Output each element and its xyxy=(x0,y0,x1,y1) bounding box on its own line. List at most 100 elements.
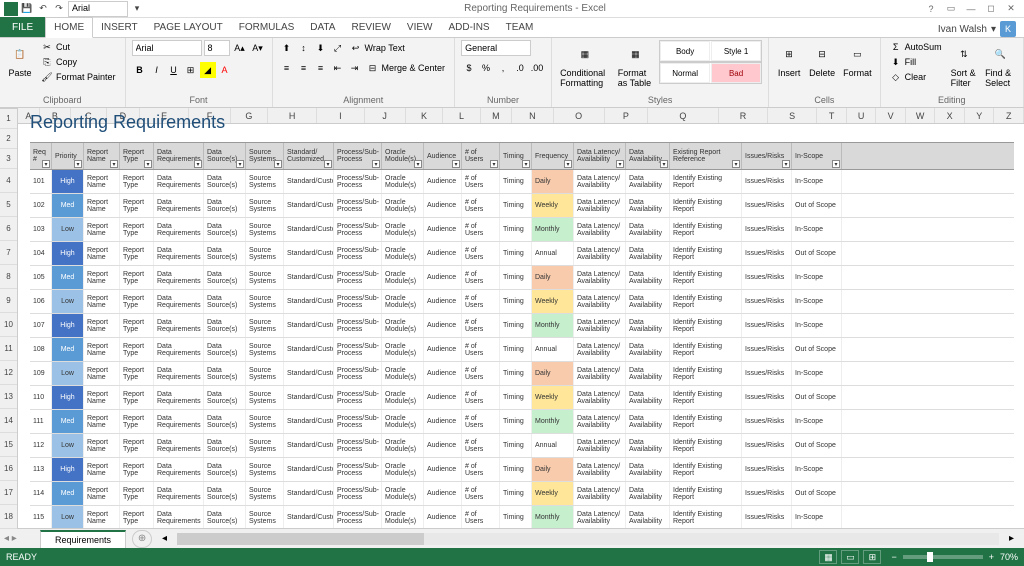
cell[interactable]: Low xyxy=(52,434,84,457)
cell[interactable]: In-Scope xyxy=(792,362,842,385)
cell[interactable]: Process/Sub-Process xyxy=(334,290,382,313)
cell[interactable]: Data Requirements xyxy=(154,362,204,385)
cell[interactable]: 108 xyxy=(30,338,52,361)
cell[interactable]: Data Latency/ Availability xyxy=(574,482,626,505)
cell[interactable]: Report Name xyxy=(84,290,120,313)
cell[interactable]: Report Name xyxy=(84,170,120,193)
cell[interactable]: In-Scope xyxy=(792,266,842,289)
column-header[interactable]: Timing▾ xyxy=(500,143,532,169)
cell[interactable]: Issues/Risks xyxy=(742,434,792,457)
redo-button[interactable]: ↷ xyxy=(52,2,66,16)
cell[interactable]: Identify Existing Report xyxy=(670,386,742,409)
cell[interactable]: 111 xyxy=(30,410,52,433)
style-1[interactable]: Style 1 xyxy=(711,41,761,61)
cell[interactable]: In-Scope xyxy=(792,458,842,481)
scroll-thumb[interactable] xyxy=(177,533,424,545)
cell[interactable]: Issues/Risks xyxy=(742,194,792,217)
filter-icon[interactable]: ▾ xyxy=(732,160,740,168)
save-button[interactable]: 💾 xyxy=(20,2,34,16)
cell[interactable]: Issues/Risks xyxy=(742,362,792,385)
col-header[interactable]: G xyxy=(231,108,268,123)
cell[interactable]: Med xyxy=(52,194,84,217)
cell[interactable]: In-Scope xyxy=(792,506,842,528)
cell[interactable]: Report Name xyxy=(84,218,120,241)
cell[interactable]: Oracle Module(s) xyxy=(382,362,424,385)
col-header[interactable]: P xyxy=(605,108,648,123)
cell[interactable]: Report Type xyxy=(120,290,154,313)
cell[interactable]: Report Name xyxy=(84,410,120,433)
cell[interactable]: Data Availability xyxy=(626,194,670,217)
cell[interactable]: Process/Sub-Process xyxy=(334,338,382,361)
filter-icon[interactable]: ▾ xyxy=(564,160,572,168)
fill-color-button[interactable]: ◢ xyxy=(200,62,216,78)
cell[interactable]: Issues/Risks xyxy=(742,218,792,241)
row-header[interactable]: 17 xyxy=(0,481,17,505)
cell[interactable]: In-Scope xyxy=(792,170,842,193)
close-icon[interactable]: ✕ xyxy=(1002,2,1020,16)
cell[interactable]: Report Name xyxy=(84,434,120,457)
cell[interactable]: 104 xyxy=(30,242,52,265)
row-header[interactable]: 6 xyxy=(0,217,17,241)
cell[interactable]: 109 xyxy=(30,362,52,385)
cell[interactable]: Report Name xyxy=(84,242,120,265)
filter-icon[interactable]: ▾ xyxy=(236,160,244,168)
scroll-right-icon[interactable]: ▸ xyxy=(1009,533,1014,544)
cell[interactable]: # of Users xyxy=(462,410,500,433)
cell[interactable]: Process/Sub-Process xyxy=(334,506,382,528)
cell[interactable]: Report Name xyxy=(84,506,120,528)
cell[interactable]: Timing xyxy=(500,386,532,409)
row-header[interactable]: 1 xyxy=(0,109,17,129)
wrap-text-button[interactable]: ↩Wrap Text xyxy=(347,40,408,56)
cell[interactable]: Identify Existing Report xyxy=(670,194,742,217)
cell[interactable]: High xyxy=(52,314,84,337)
cell[interactable]: Process/Sub-Process xyxy=(334,362,382,385)
cell[interactable]: # of Users xyxy=(462,338,500,361)
cell[interactable]: Daily xyxy=(532,458,574,481)
cell[interactable]: Source Systems xyxy=(246,266,284,289)
cell[interactable]: Data Availability xyxy=(626,242,670,265)
cell[interactable]: Issues/Risks xyxy=(742,290,792,313)
filter-icon[interactable]: ▾ xyxy=(42,160,50,168)
cell[interactable]: Source Systems xyxy=(246,434,284,457)
cell[interactable]: # of Users xyxy=(462,314,500,337)
column-header[interactable]: Issues/Risks▾ xyxy=(742,143,792,169)
cell[interactable]: # of Users xyxy=(462,386,500,409)
col-header[interactable]: K xyxy=(406,108,443,123)
cell[interactable]: Process/Sub-Process xyxy=(334,314,382,337)
cell[interactable]: Data Availability xyxy=(626,506,670,528)
col-header[interactable]: Y xyxy=(965,108,995,123)
cell[interactable]: Report Type xyxy=(120,410,154,433)
cell[interactable]: Report Name xyxy=(84,266,120,289)
column-header[interactable]: Data Source(s)▾ xyxy=(204,143,246,169)
cell[interactable]: Source Systems xyxy=(246,506,284,528)
tab-file[interactable]: FILE xyxy=(0,17,45,37)
cell[interactable]: Annual xyxy=(532,434,574,457)
filter-icon[interactable]: ▾ xyxy=(274,160,282,168)
cell[interactable]: Data Requirements xyxy=(154,266,204,289)
cell[interactable]: Audience xyxy=(424,266,462,289)
cell[interactable]: Audience xyxy=(424,482,462,505)
cell[interactable]: Source Systems xyxy=(246,170,284,193)
cell[interactable]: Report Name xyxy=(84,314,120,337)
cell[interactable]: Report Name xyxy=(84,482,120,505)
cell[interactable]: Oracle Module(s) xyxy=(382,458,424,481)
cell[interactable]: Report Type xyxy=(120,266,154,289)
column-header[interactable]: Data Requirements▾ xyxy=(154,143,204,169)
cell[interactable]: Report Type xyxy=(120,386,154,409)
filter-icon[interactable]: ▾ xyxy=(522,160,530,168)
cell[interactable]: Oracle Module(s) xyxy=(382,266,424,289)
add-sheet-button[interactable]: ⊕ xyxy=(132,530,152,548)
column-header[interactable]: Report Name▾ xyxy=(84,143,120,169)
underline-button[interactable]: U xyxy=(166,62,182,78)
cell[interactable]: Source Systems xyxy=(246,482,284,505)
cell[interactable]: Data Source(s) xyxy=(204,506,246,528)
column-header[interactable]: Data Latency/ Availability▾ xyxy=(574,143,626,169)
cell[interactable]: In-Scope xyxy=(792,314,842,337)
increase-font-icon[interactable]: A▴ xyxy=(232,40,248,56)
cell[interactable]: Timing xyxy=(500,482,532,505)
increase-decimal-icon[interactable]: .0 xyxy=(512,60,528,76)
cell[interactable]: Data Latency/ Availability xyxy=(574,434,626,457)
cell[interactable]: Process/Sub-Process xyxy=(334,386,382,409)
cell[interactable]: Standard/Customized xyxy=(284,218,334,241)
cell[interactable]: Standard/Customized xyxy=(284,458,334,481)
